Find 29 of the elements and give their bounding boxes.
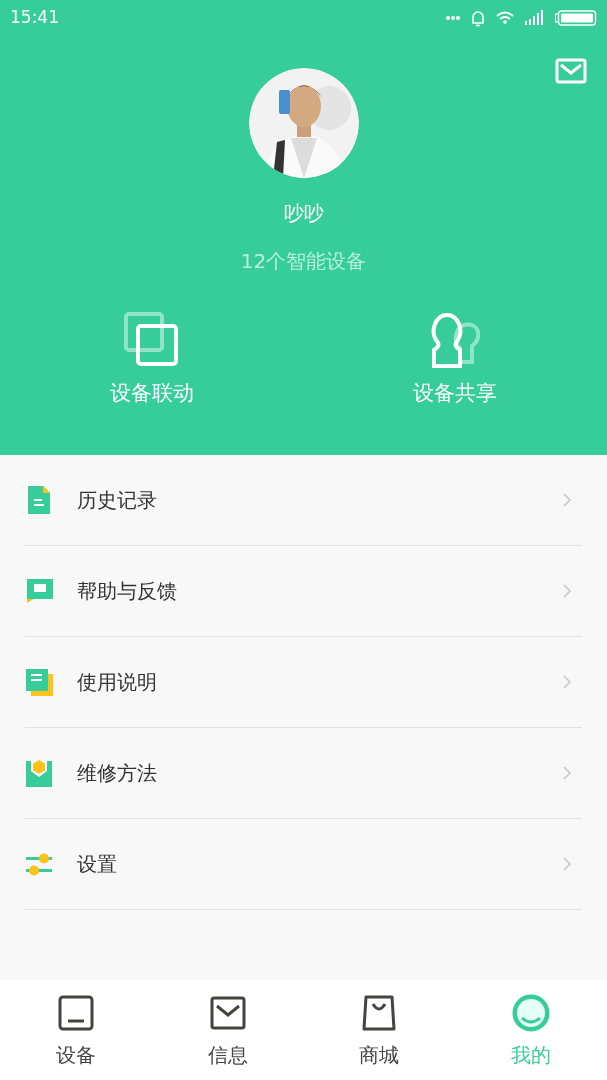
tab[interactable]: 设备 (0, 980, 152, 1080)
mail-icon (208, 994, 247, 1032)
menu-item[interactable]: 帮助与反馈 (25, 546, 582, 636)
bell-icon (471, 9, 485, 27)
menu-item[interactable]: 使用说明 (25, 637, 582, 727)
tab[interactable]: 商城 (303, 980, 456, 1080)
battery-icon (555, 10, 597, 26)
menu-item[interactable]: 历史记录 (25, 455, 582, 545)
menu-item[interactable]: 设置 (25, 819, 582, 909)
hexagon-box-icon (25, 757, 53, 789)
monitor-icon (56, 994, 95, 1032)
device-count: 12个智能设备 (239, 248, 368, 275)
chevron-icon (562, 765, 572, 781)
keyhole-icon (430, 312, 481, 368)
status-time: 15:41 (10, 6, 59, 30)
chevron-icon (562, 583, 572, 599)
chevron-icon (562, 492, 572, 508)
tab[interactable]: 信息 (151, 980, 304, 1080)
user-name: 吵吵 (282, 200, 325, 227)
wifi-icon (495, 10, 515, 26)
menu-item[interactable]: 维修方法 (25, 728, 582, 818)
smile-circle-icon (512, 994, 551, 1032)
chevron-icon (562, 856, 572, 872)
document-icon (25, 484, 53, 516)
more-dots-icon (445, 15, 461, 21)
chevron-icon (562, 674, 572, 690)
overlapping-squares-icon (123, 312, 180, 368)
signal-icon (525, 10, 545, 26)
stacked-notes-icon (25, 666, 53, 698)
